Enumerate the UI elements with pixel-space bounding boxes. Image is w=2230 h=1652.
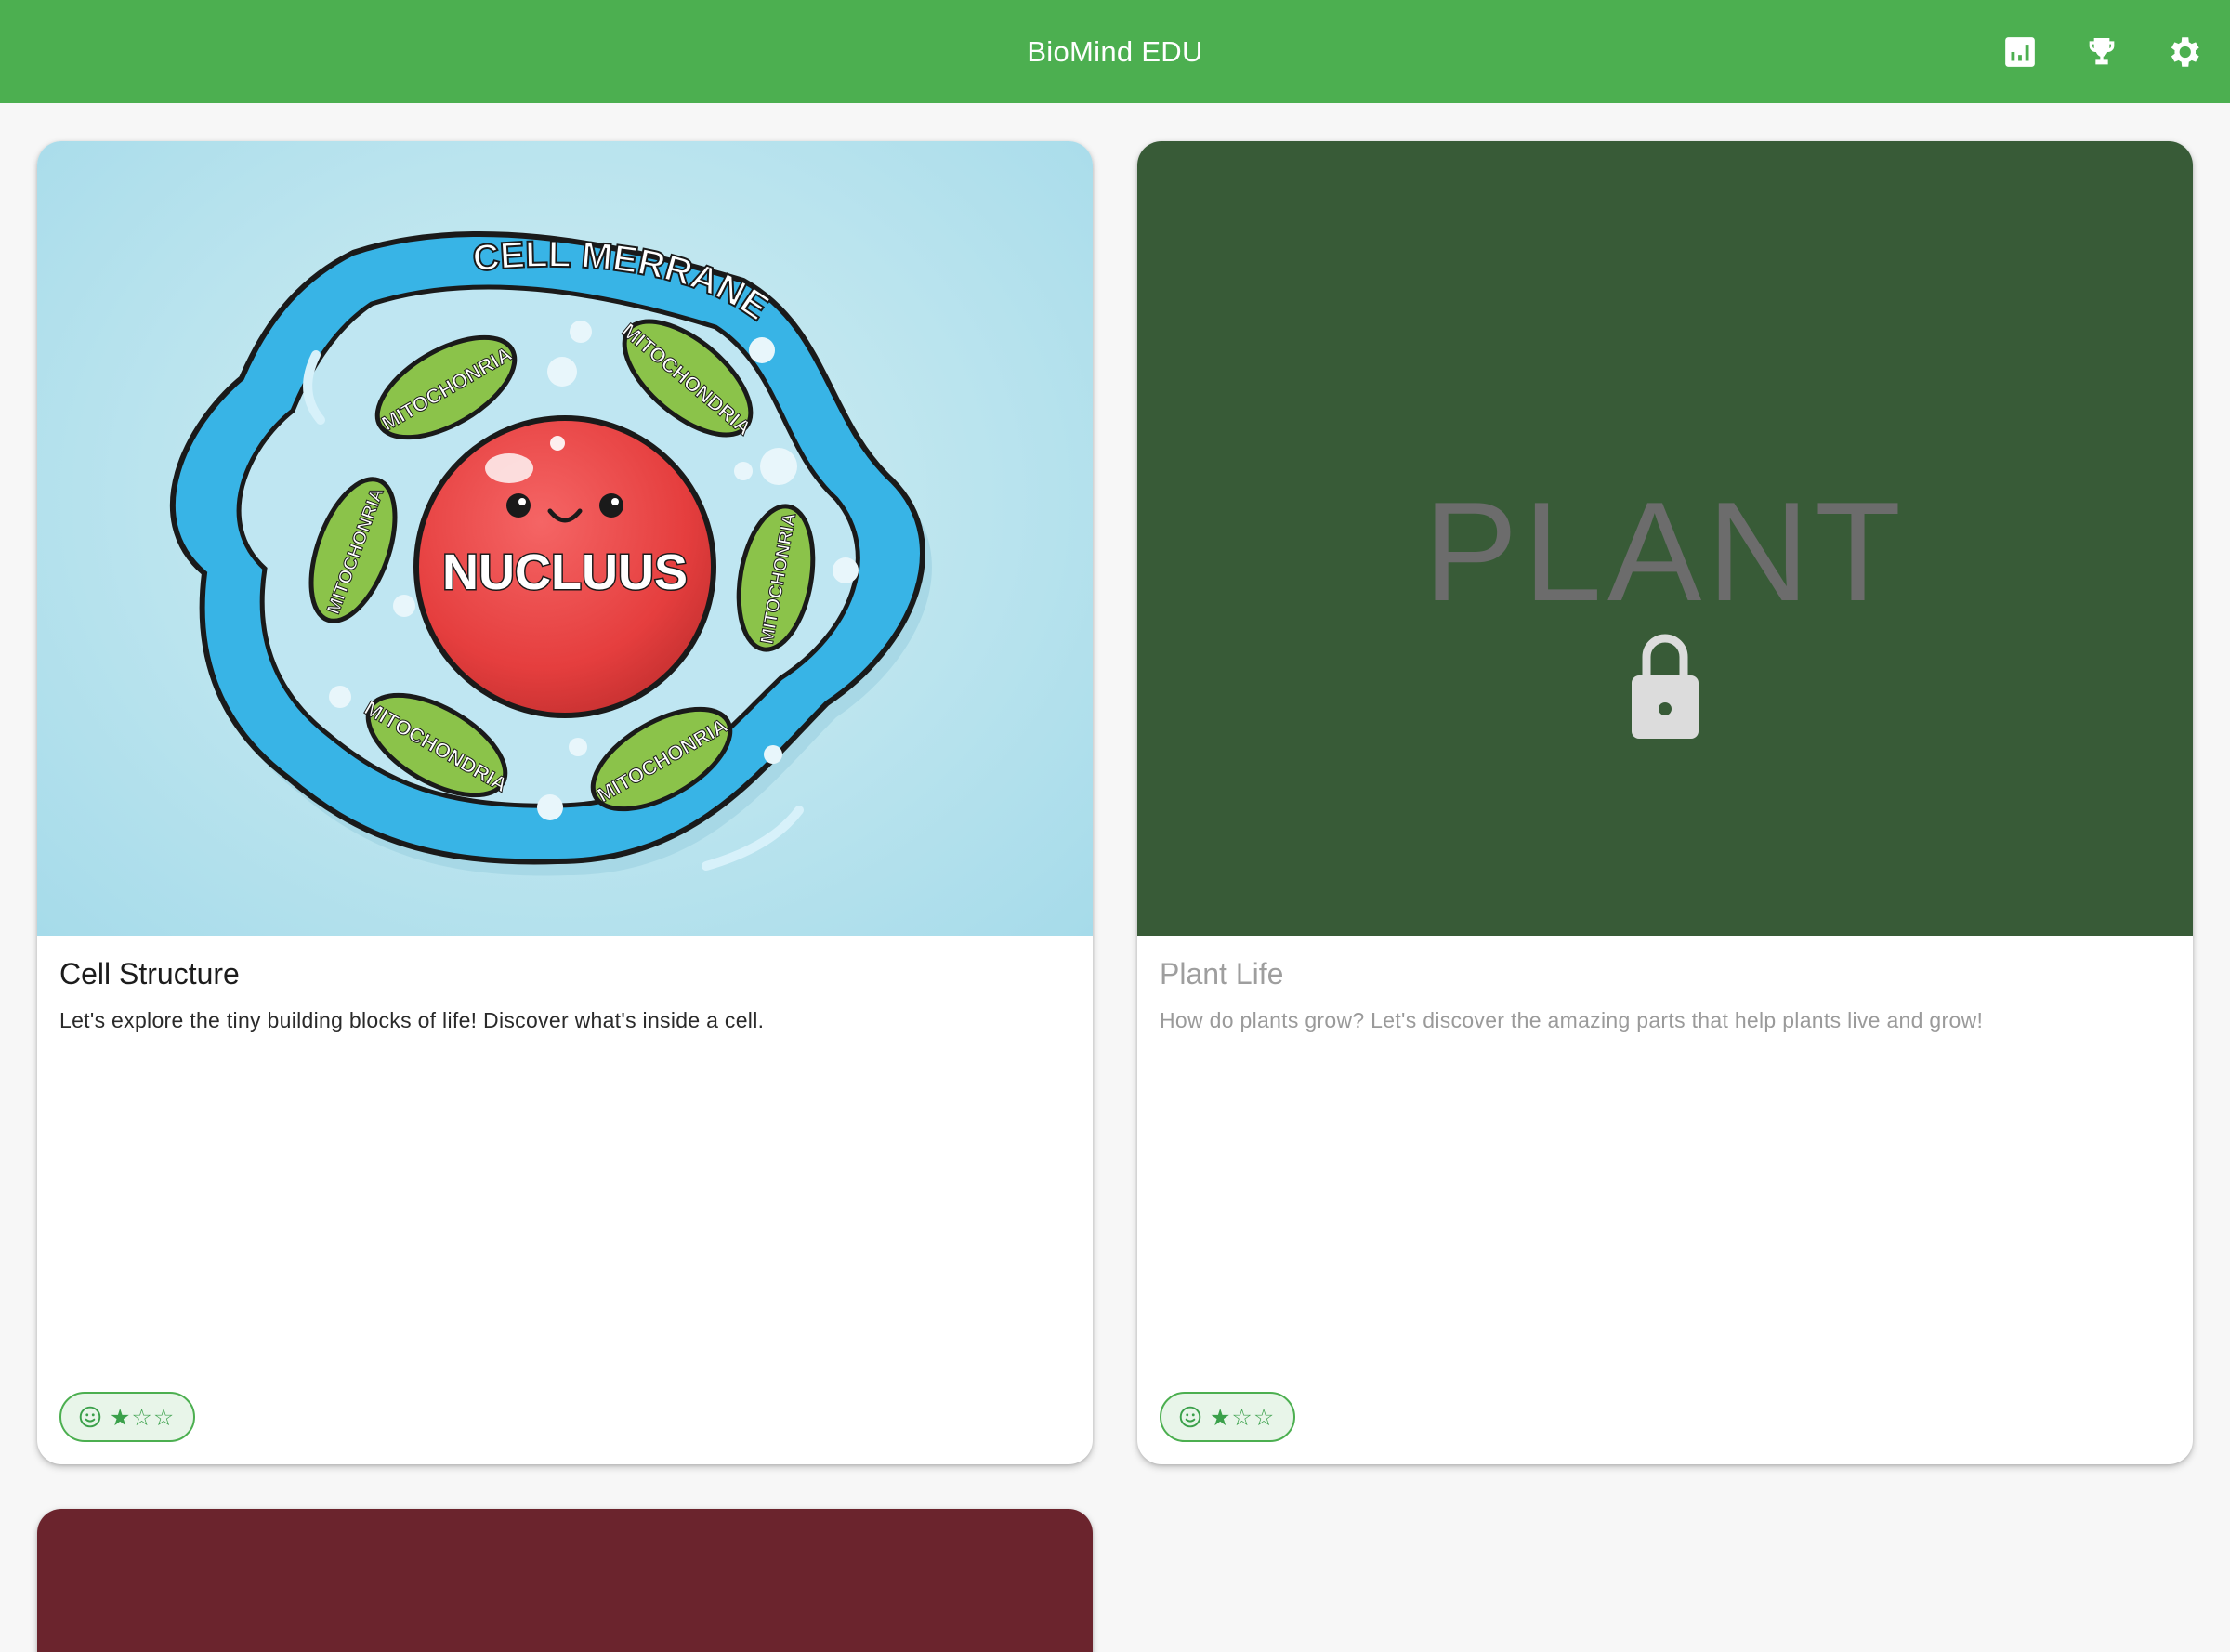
star-rating: ★☆☆ [1210, 1403, 1276, 1431]
topic-card-cell-structure[interactable]: CELL MERRANE MITOCHONRIA MITOCHONDRIA MI… [37, 141, 1093, 1464]
app-bar: BioMind EDU [0, 0, 2230, 103]
nucleus: NUCLUUS [413, 415, 716, 718]
card-title: Plant Life [1160, 957, 1284, 990]
app-title: BioMind EDU [1027, 34, 1203, 68]
smile-icon [79, 1406, 101, 1428]
stats-button[interactable] [1990, 22, 2050, 82]
trophy-icon [2089, 37, 2115, 64]
topic-card-plant-life[interactable]: PLANT Plant Life How do plants grow? Let… [1137, 141, 2193, 1464]
settings-icon [2171, 36, 2199, 67]
app-bar-actions [1990, 0, 2213, 103]
card-body: Cell Structure Let's explore the tiny bu… [59, 957, 1070, 1033]
stats-icon [2005, 36, 2035, 67]
card-title: Cell Structure [59, 957, 240, 990]
topic-card-3[interactable] [37, 1509, 1093, 1652]
rating-chip: ★☆☆ [59, 1392, 195, 1442]
smile-icon [1179, 1406, 1201, 1428]
star-rating: ★☆☆ [110, 1403, 176, 1431]
plant-illustration-locked: PLANT [1137, 141, 2193, 936]
svg-text:NUCLUUS: NUCLUUS [442, 544, 688, 600]
card-3-image [37, 1509, 1093, 1652]
rating-chip: ★☆☆ [1160, 1392, 1295, 1442]
trophy-button[interactable] [2072, 22, 2132, 82]
card-description: How do plants grow? Let's discover the a… [1160, 1008, 1984, 1032]
settings-button[interactable] [2154, 22, 2213, 82]
lock-icon [1632, 634, 1699, 739]
card-description: Let's explore the tiny building blocks o… [59, 1008, 765, 1032]
card-body: Plant Life How do plants grow? Let's dis… [1160, 957, 2171, 1033]
cell-illustration: CELL MERRANE MITOCHONRIA MITOCHONDRIA MI… [37, 141, 1093, 936]
